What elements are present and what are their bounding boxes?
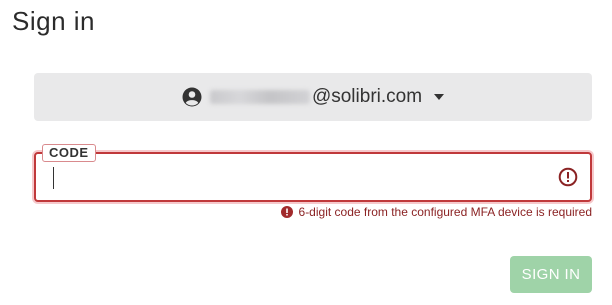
code-field[interactable] [34, 152, 592, 202]
text-cursor [53, 167, 54, 189]
exclamation-circle-icon [280, 206, 293, 218]
page-title: Sign in [12, 6, 95, 36]
exclamation-circle-icon [558, 167, 578, 187]
account-selector[interactable]: @solibri.com [34, 73, 592, 121]
code-input[interactable] [50, 164, 540, 190]
caret-down-icon[interactable] [434, 94, 445, 100]
email-domain: @solibri.com [311, 86, 423, 107]
sign-in-button[interactable]: SIGN IN [510, 256, 592, 293]
code-field-label: CODE [42, 144, 96, 162]
error-text: 6-digit code from the configured MFA dev… [298, 205, 592, 219]
user-circle-icon [182, 87, 202, 107]
redacted-username [209, 90, 310, 104]
code-error-message: 6-digit code from the configured MFA dev… [280, 205, 592, 219]
